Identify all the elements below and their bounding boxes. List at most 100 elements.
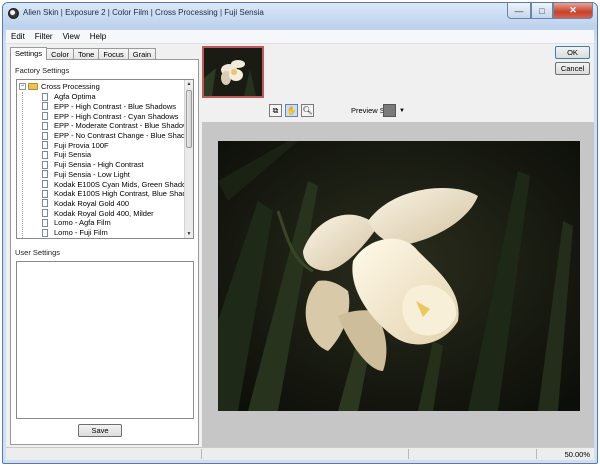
save-button[interactable]: Save [78,424,122,437]
chevron-down-icon[interactable]: ▼ [399,108,405,114]
menu-bar: Edit Filter View Help [6,30,594,44]
preview-panel: ⧉ ✋ 🔍︎ Preview Split: ▼ OK Cancel [202,44,594,447]
settings-panel: Settings Color Tone Focus Grain Factory … [6,44,201,447]
preset-item[interactable]: Agfa Optima [42,92,96,102]
preset-item[interactable]: EPP - Moderate Contrast - Blue Shadows [42,121,192,131]
tree-guide-line [22,92,23,238]
preset-item[interactable]: Fuji Sensia [42,150,91,160]
tree-folder-cross-processing[interactable]: − Cross Processing [19,82,100,91]
status-bar: 50.00% [6,447,594,460]
daffodil-photo [218,141,580,411]
preset-item[interactable]: Fuji Provia 100F [42,141,109,151]
preset-label: Fuji Sensia - High Contrast [54,160,144,170]
preview-canvas[interactable] [202,122,594,447]
factory-settings-label: Factory Settings [15,66,70,75]
zoom-level: 50.00% [564,450,590,459]
preset-item[interactable]: Lomo - Agfa Film [42,218,111,228]
scroll-thumb[interactable] [186,90,192,148]
preset-label: Kodak E100S High Contrast, Blue Shadows [54,189,194,199]
preset-file-icon [42,131,48,140]
preset-item[interactable]: Kodak Royal Gold 400, Milder [42,208,154,218]
preset-file-icon [42,150,48,159]
title-bar[interactable]: Alien Skin | Exposure 2 | Color Film | C… [3,3,597,25]
preset-file-icon [42,121,48,130]
ok-button[interactable]: OK [555,46,590,59]
close-icon: ✕ [569,5,577,15]
preset-file-icon [42,180,48,189]
status-divider [536,449,537,459]
collapse-icon[interactable]: − [19,83,26,90]
preset-item[interactable]: Fuji Sensia - Low Light [42,170,130,180]
maximize-icon: □ [539,5,545,16]
preset-file-icon [42,112,48,121]
menu-filter[interactable]: Filter [30,32,58,41]
compare-icon: ⧉ [272,105,279,115]
compare-button[interactable]: ⧉ [269,104,282,117]
folder-icon [28,83,38,90]
close-button[interactable]: ✕ [553,3,593,19]
menu-view[interactable]: View [58,32,85,41]
preset-file-icon [42,160,48,169]
preset-label: Lomo - Agfa Film [54,218,111,228]
preset-label: EPP - High Contrast - Blue Shadows [54,101,177,111]
preset-item[interactable]: Lomo - Fuji Film [42,228,108,238]
window-controls: — □ ✕ [507,3,593,19]
preset-label: Kodak Royal Gold 400, Milder [54,208,154,218]
preset-label: Fuji Sensia [54,150,92,160]
tree-folder-label: Cross Processing [41,82,100,91]
scroll-down-icon[interactable]: ▼ [185,230,193,238]
preset-file-icon [42,199,48,208]
preset-label: Kodak E100S Cyan Mids, Green Shadows [54,179,194,189]
preset-label: Agfa Optima [54,92,96,102]
minimize-button[interactable]: — [507,3,531,19]
status-divider [408,449,409,459]
preset-item[interactable]: Kodak E100S Cyan Mids, Green Shadows [42,179,194,189]
menu-help[interactable]: Help [85,32,111,41]
factory-settings-tree[interactable]: − Cross Processing Agfa Optima EPP - High… [16,79,194,239]
user-settings-label: User Settings [15,248,61,257]
preset-item[interactable]: EPP - High Contrast - Blue Shadows [42,102,176,112]
minimize-icon: — [514,5,524,16]
preset-file-icon [42,170,48,179]
preset-file-icon [42,141,48,150]
zoom-tool-button[interactable]: 🔍︎ [301,104,314,117]
user-settings-list[interactable] [16,261,194,419]
preset-file-icon [42,189,48,198]
preview-split-swatch[interactable] [383,104,396,117]
preset-file-icon [42,92,48,101]
hand-icon: ✋ [286,106,297,115]
cancel-button[interactable]: Cancel [555,62,590,75]
preset-item[interactable]: Kodak Royal Gold 400 [42,199,129,209]
settings-tab-panel: Factory Settings − Cross Processing Agfa… [10,59,199,445]
preset-item[interactable]: Fuji Sensia - High Contrast [42,160,144,170]
app-window: Alien Skin | Exposure 2 | Color Film | C… [2,2,598,464]
preset-label: Kodak Royal Gold 400 [54,198,130,208]
preset-label: Fuji Sensia - Low Light [54,169,130,179]
preset-file-icon [42,209,48,218]
client-area: Edit Filter View Help Settings Color Ton… [6,30,594,460]
thumbnail-image [204,48,262,96]
scroll-up-icon[interactable]: ▲ [185,80,193,88]
menu-edit[interactable]: Edit [6,32,30,41]
hand-tool-button[interactable]: ✋ [285,104,298,117]
preset-item[interactable]: EPP - High Contrast - Cyan Shadows [42,111,179,121]
window-title: Alien Skin | Exposure 2 | Color Film | C… [23,8,264,17]
preset-file-icon [42,228,48,237]
preset-label: EPP - High Contrast - Cyan Shadows [54,111,179,121]
preset-item[interactable]: EPP - No Contrast Change - Blue Shadows [42,131,194,141]
preset-label: Fuji Provia 100F [54,140,109,150]
preset-label: EPP - Moderate Contrast - Blue Shadows [54,121,193,131]
preset-file-icon [42,218,48,227]
tree-scrollbar[interactable]: ▲ ▼ [184,80,193,238]
preset-item[interactable]: Kodak E100S High Contrast, Blue Shadows [42,189,194,199]
preset-label: Lomo - Fuji Film [54,228,108,238]
tab-settings[interactable]: Settings [10,47,48,60]
app-icon [8,8,19,19]
status-divider [201,449,202,459]
zoom-icon: 🔍︎ [302,106,313,115]
navigator-thumbnail[interactable] [202,46,264,98]
preset-label: EPP - No Contrast Change - Blue Shadows [54,131,194,141]
preset-file-icon [42,102,48,111]
maximize-button[interactable]: □ [531,3,553,19]
preview-image[interactable] [218,141,580,411]
